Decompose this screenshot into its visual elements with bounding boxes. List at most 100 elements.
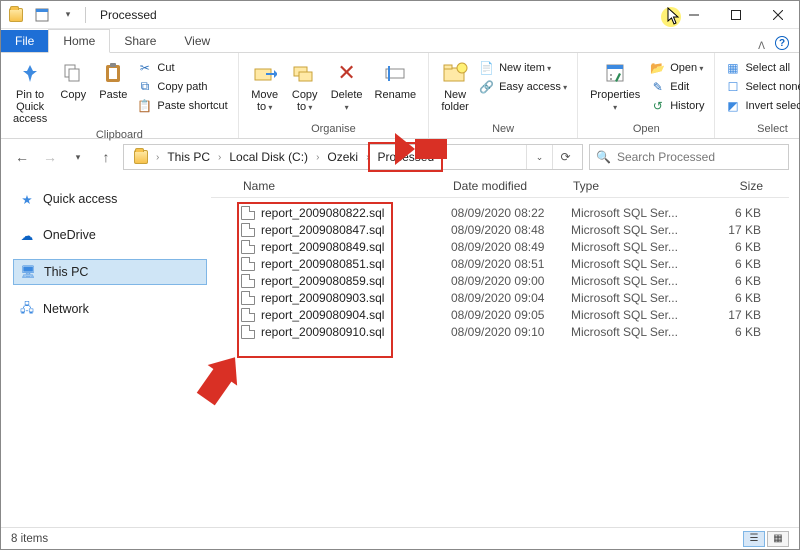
open-button[interactable]: 📂Open <box>648 59 706 76</box>
group-organise: Move to Copy to ✕ Delete Rename Organise <box>239 53 429 138</box>
easy-access-button[interactable]: 🔗Easy access <box>477 78 569 95</box>
crumb-ozeki[interactable]: Ozeki <box>321 145 364 169</box>
col-size[interactable]: Size <box>693 179 763 193</box>
file-icon <box>241 257 255 271</box>
maximize-button[interactable] <box>715 1 757 29</box>
properties-button[interactable]: Properties <box>586 57 644 115</box>
status-bar: 8 items ☰ ▦ <box>1 527 799 549</box>
sidebar-item-quick-access[interactable]: ★ Quick access <box>13 187 207 211</box>
sidebar-item-network[interactable]: 🖧 Network <box>13 297 207 321</box>
column-headers: Name Date modified Type Size <box>211 175 789 198</box>
addr-refresh-button[interactable]: ⟳ <box>552 145 578 169</box>
file-date: 08/09/2020 08:51 <box>451 257 571 271</box>
new-folder-button[interactable]: New folder <box>437 57 473 115</box>
star-icon: ★ <box>19 191 35 207</box>
file-size: 6 KB <box>691 257 761 271</box>
file-type: Microsoft SQL Ser... <box>571 206 691 220</box>
close-button[interactable] <box>757 1 799 29</box>
group-clipboard: Pin to Quick access Copy Paste ✂Cut ⧉Cop… <box>1 53 239 138</box>
chevron-right-icon[interactable]: › <box>154 152 161 163</box>
tab-home[interactable]: Home <box>48 29 110 53</box>
chevron-right-icon[interactable]: › <box>314 152 321 163</box>
tab-view[interactable]: View <box>170 30 224 52</box>
file-icon <box>241 274 255 288</box>
file-size: 6 KB <box>691 291 761 305</box>
qat-folder-icon[interactable] <box>5 4 27 26</box>
file-type: Microsoft SQL Ser... <box>571 257 691 271</box>
file-icon <box>241 325 255 339</box>
nav-back-button[interactable]: ← <box>11 146 33 168</box>
file-date: 08/09/2020 09:05 <box>451 308 571 322</box>
pc-icon: 🖥 <box>20 264 36 280</box>
rename-icon <box>381 59 409 87</box>
invert-selection-icon: ◩ <box>725 98 740 113</box>
col-date[interactable]: Date modified <box>453 179 573 193</box>
move-to-button[interactable]: Move to <box>247 57 283 115</box>
sidebar-item-label: OneDrive <box>43 228 96 242</box>
easy-access-icon: 🔗 <box>479 79 494 94</box>
qat-customize-icon[interactable]: ▾ <box>57 4 79 26</box>
history-button[interactable]: ↺History <box>648 97 706 114</box>
select-none-button[interactable]: ☐Select none <box>723 78 800 95</box>
copy-icon <box>59 59 87 87</box>
cut-button[interactable]: ✂Cut <box>135 59 229 76</box>
search-box[interactable]: 🔍 Search Processed <box>589 144 789 170</box>
paste-button[interactable]: Paste <box>95 57 131 103</box>
file-icon <box>241 206 255 220</box>
copy-path-button[interactable]: ⧉Copy path <box>135 78 229 95</box>
col-name[interactable]: Name <box>243 179 453 193</box>
chevron-right-icon[interactable]: › <box>216 152 223 163</box>
view-details-button[interactable]: ☰ <box>743 531 765 547</box>
file-size: 17 KB <box>691 223 761 237</box>
ribbon-collapse-icon[interactable]: ᐱ <box>758 41 765 52</box>
select-all-button[interactable]: ▦Select all <box>723 59 800 76</box>
annotation-file-box <box>237 202 393 358</box>
nav-forward-button[interactable]: → <box>39 146 61 168</box>
addr-dropdown-button[interactable]: ⌄ <box>526 145 552 169</box>
address-bar[interactable]: › This PC› Local Disk (C:)› Ozeki› Proce… <box>123 144 583 170</box>
file-type: Microsoft SQL Ser... <box>571 325 691 339</box>
file-date: 08/09/2020 09:10 <box>451 325 571 339</box>
copy-button[interactable]: Copy <box>55 57 91 103</box>
sidebar-item-label: This PC <box>44 265 88 279</box>
copy-to-button[interactable]: Copy to <box>287 57 323 115</box>
file-list: report_2009080822.sql08/09/2020 08:22Mic… <box>211 198 789 340</box>
search-icon: 🔍 <box>596 150 611 164</box>
properties-icon <box>601 59 629 87</box>
rename-button[interactable]: Rename <box>371 57 421 103</box>
group-select: ▦Select all ☐Select none ◩Invert selecti… <box>715 53 800 138</box>
sidebar-item-this-pc[interactable]: 🖥 This PC <box>13 259 207 285</box>
nav-up-button[interactable]: ↑ <box>95 146 117 168</box>
view-icons-button[interactable]: ▦ <box>767 531 789 547</box>
tab-share[interactable]: Share <box>110 30 170 52</box>
col-type[interactable]: Type <box>573 179 693 193</box>
paste-shortcut-button[interactable]: 📋Paste shortcut <box>135 97 229 114</box>
edit-button[interactable]: ✎Edit <box>648 78 706 95</box>
invert-selection-button[interactable]: ◩Invert selection <box>723 97 800 114</box>
cloud-icon: ☁ <box>19 227 35 243</box>
search-placeholder: Search Processed <box>617 150 715 164</box>
file-type: Microsoft SQL Ser... <box>571 274 691 288</box>
file-date: 08/09/2020 08:22 <box>451 206 571 220</box>
crumb-local-disk[interactable]: Local Disk (C:) <box>223 145 314 169</box>
copy-to-icon <box>291 59 319 87</box>
delete-button[interactable]: ✕ Delete <box>327 57 367 115</box>
ribbon-tabs: File Home Share View ᐱ ? <box>1 29 799 53</box>
crumb-this-pc[interactable]: This PC <box>161 145 216 169</box>
nav-recent-button[interactable]: ▾ <box>67 146 89 168</box>
sidebar-item-onedrive[interactable]: ☁ OneDrive <box>13 223 207 247</box>
qat-properties-icon[interactable] <box>31 4 53 26</box>
move-to-icon <box>251 59 279 87</box>
window-title: Processed <box>100 8 157 22</box>
chevron-right-icon[interactable]: › <box>364 152 371 163</box>
new-item-button[interactable]: 📄New item <box>477 59 569 76</box>
group-label-open: Open <box>586 121 706 138</box>
tab-file[interactable]: File <box>1 30 48 52</box>
copy-path-icon: ⧉ <box>137 79 152 94</box>
file-type: Microsoft SQL Ser... <box>571 308 691 322</box>
help-icon[interactable]: ? <box>775 36 789 50</box>
group-label-select: Select <box>723 121 800 138</box>
select-none-icon: ☐ <box>725 79 740 94</box>
pin-quick-access-button[interactable]: Pin to Quick access <box>9 57 51 127</box>
file-date: 08/09/2020 08:49 <box>451 240 571 254</box>
